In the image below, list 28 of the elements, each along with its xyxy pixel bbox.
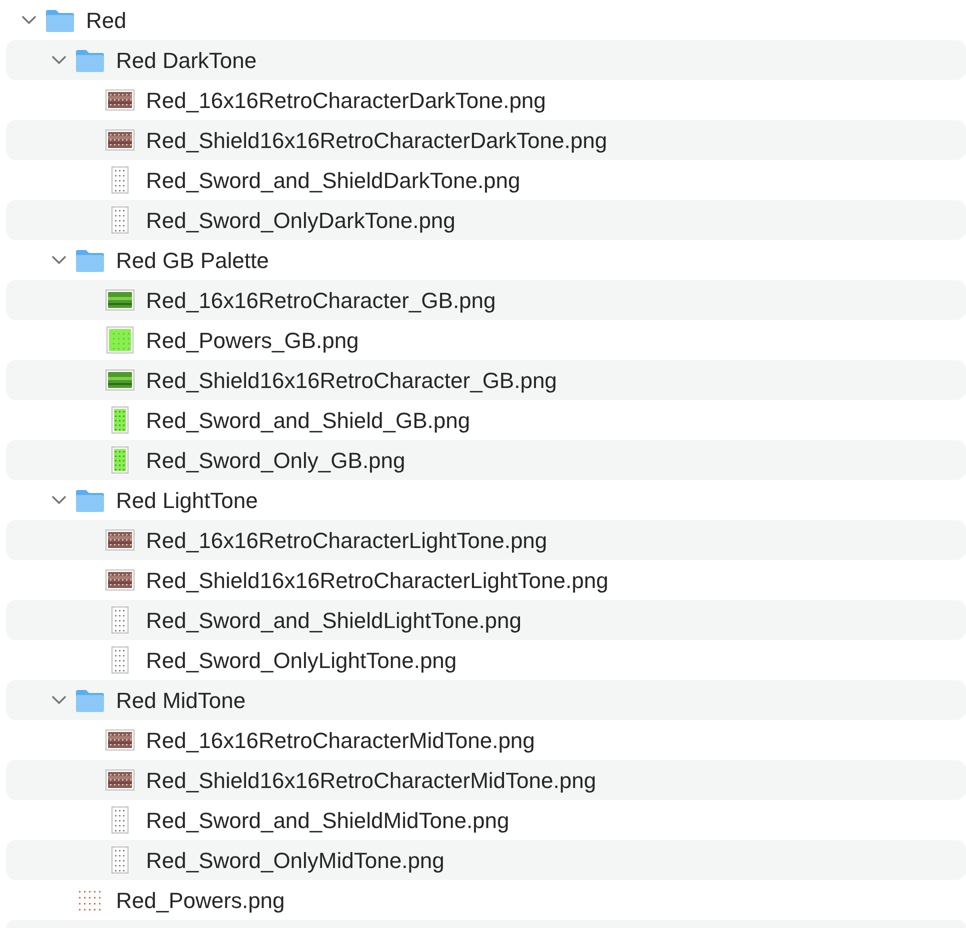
- image-thumbnail-icon: [105, 368, 135, 392]
- image-thumbnail-icon: [105, 325, 135, 355]
- image-thumbnail-icon: [105, 568, 135, 592]
- file-name[interactable]: Red_Sword_OnlyLightTone.png: [146, 644, 457, 676]
- file-name[interactable]: Red_16x16RetroCharacterDarkTone.png: [146, 84, 546, 116]
- folder-name[interactable]: Red DarkTone: [116, 44, 257, 76]
- file-name[interactable]: Red_Powers_GB.png: [146, 324, 359, 356]
- folder-icon: [75, 47, 105, 73]
- file-name[interactable]: Red_16x16RetroCharacterMidTone.png: [146, 724, 535, 756]
- folder-icon: [75, 687, 105, 713]
- folder-name[interactable]: Red MidTone: [116, 684, 246, 716]
- file-name[interactable]: Red_Sword_and_ShieldMidTone.png: [146, 804, 510, 836]
- file-name[interactable]: Red_Sword_and_ShieldDarkTone.png: [146, 164, 520, 196]
- file-name[interactable]: Red_Powers.png: [116, 884, 285, 916]
- folder-name[interactable]: Red: [86, 4, 126, 36]
- image-thumbnail-icon: [105, 728, 135, 752]
- image-thumbnail-icon: [105, 288, 135, 312]
- folder-icon: [75, 247, 105, 273]
- file-name[interactable]: Red_Sword_and_Shield_GB.png: [146, 404, 470, 436]
- image-thumbnail-icon: [105, 528, 135, 552]
- folder-name[interactable]: Red GB Palette: [116, 244, 269, 276]
- file-name[interactable]: Red_Shield16x16RetroCharacterLightTone.png: [146, 564, 608, 596]
- folder-icon: [45, 7, 75, 33]
- image-thumbnail-icon: [105, 768, 135, 792]
- folder-icon: [75, 487, 105, 513]
- image-thumbnail-icon: [105, 88, 135, 112]
- image-thumbnail-icon: [105, 128, 135, 152]
- folder-name[interactable]: Red LightTone: [116, 484, 258, 516]
